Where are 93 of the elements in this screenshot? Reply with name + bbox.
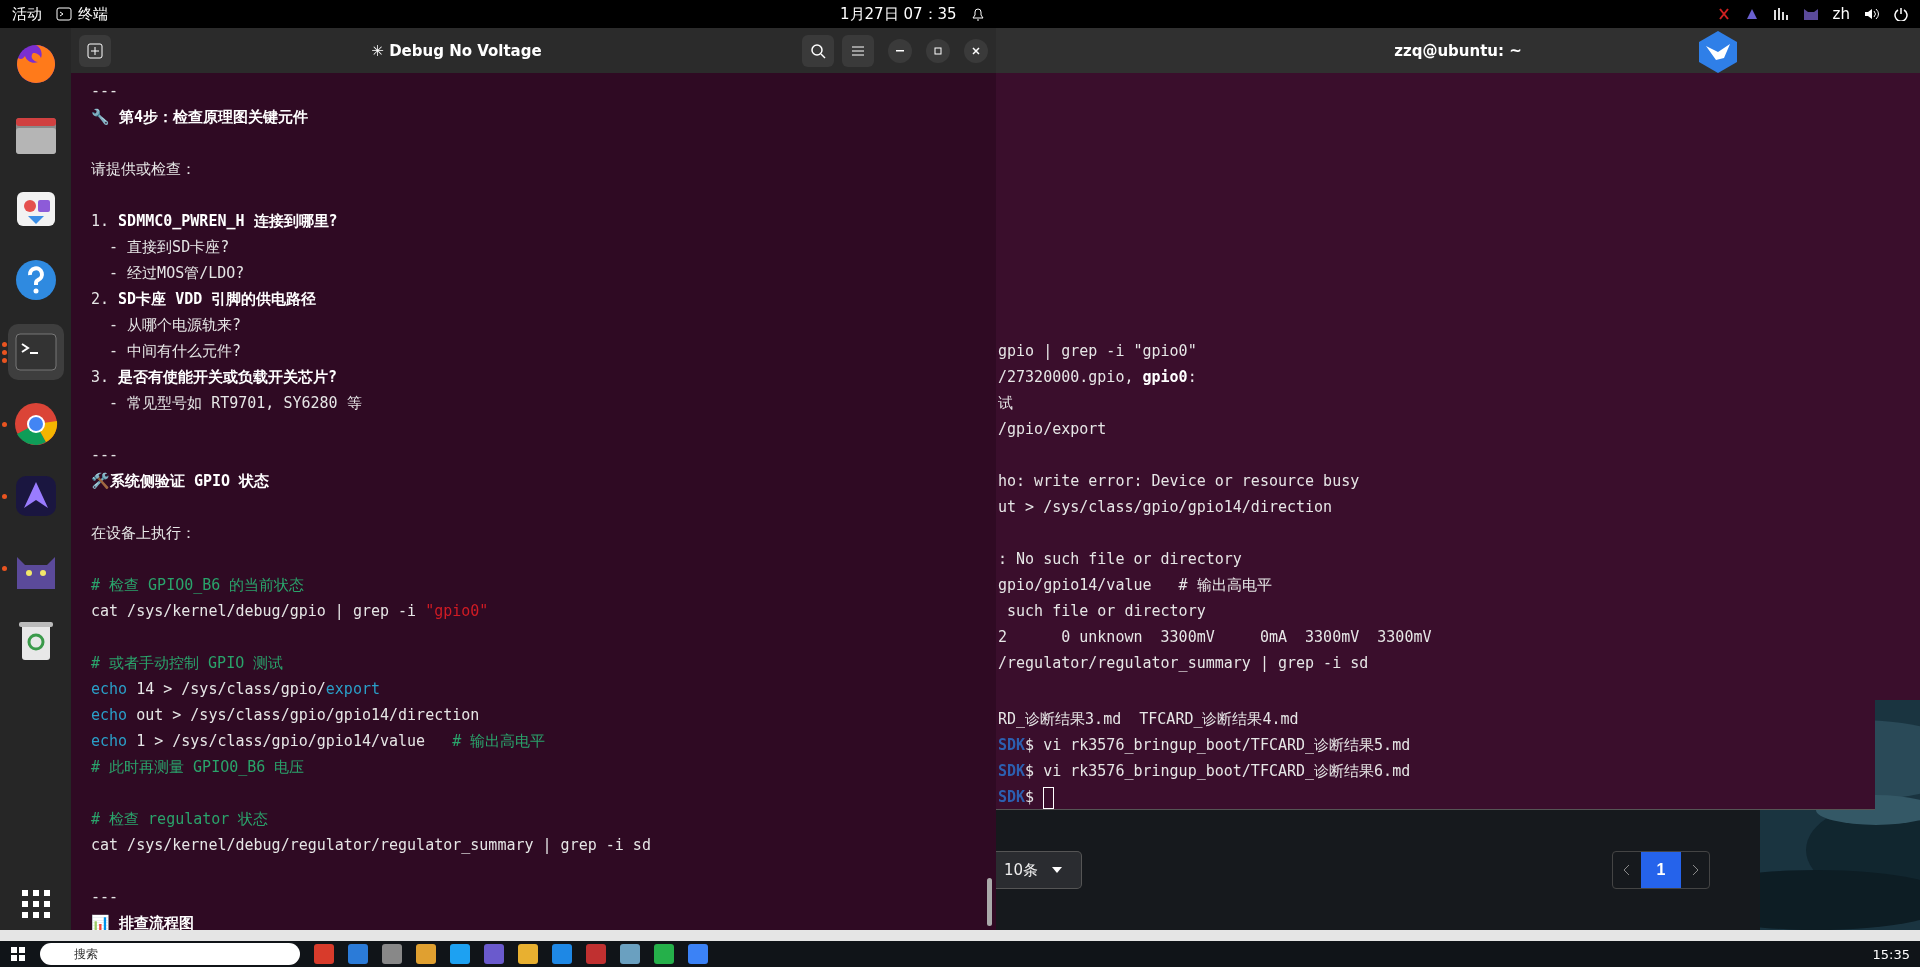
windows-icon[interactable]	[10, 946, 26, 962]
terminal-text: - 从哪个电源轨来?	[108, 316, 242, 334]
terminal-text: export	[325, 680, 380, 698]
terminal-text: 🛠系统侧验证 GPIO 状态	[91, 472, 270, 490]
new-tab-button[interactable]	[79, 34, 111, 67]
terminal-text: cat /sys/kernel/debug/regulator/regulator_summary | grep -i sd	[91, 836, 651, 854]
terminal-text: - 经过MOS管/LDO?	[108, 264, 245, 282]
tray-icon[interactable]	[1744, 7, 1759, 21]
terminal-text: - 常见型号如 RT9701, SY6280 等	[108, 394, 362, 412]
terminal-text: SDMMC0_PWREN_H 连接到哪里?	[118, 212, 338, 230]
terminal-text: 是否有使能开关或负载开关芯片?	[118, 368, 338, 386]
chrome-icon[interactable]	[12, 401, 59, 447]
search-icon	[810, 42, 826, 59]
terminal-text: /27320000.gpio,	[998, 368, 1135, 386]
terminal-text: 1.	[91, 212, 111, 230]
terminal-text: echo	[91, 706, 128, 724]
terminal-text: gpio/gpio14/value # 输出高电平	[998, 576, 1272, 594]
terminal-text: RD_诊断结果3.md TFCARD_诊断结果4.md	[998, 710, 1299, 728]
search-field[interactable]: 搜索	[40, 943, 300, 965]
search-button[interactable]	[802, 34, 834, 67]
window-title: ✳ Debug No Voltage	[370, 41, 543, 60]
taskbar-clock[interactable]: 15:35	[1872, 946, 1910, 962]
caret-icon	[1052, 867, 1063, 873]
terminal-text: 请提供或检查：	[91, 160, 196, 178]
terminal-icon	[56, 7, 72, 21]
terminal-text: ---	[91, 82, 119, 100]
terminal-text: # 输出高电平	[452, 732, 546, 750]
minimize-button[interactable]	[888, 38, 912, 63]
terminal-text: :	[1187, 368, 1197, 386]
input-method-indicator[interactable]: zh	[1832, 5, 1850, 23]
maximize-icon	[933, 45, 943, 56]
terminal-text: cat /sys/kernel/debug/gpio | grep -i	[91, 602, 418, 620]
minimize-icon	[896, 49, 904, 52]
help-icon[interactable]	[13, 258, 58, 302]
terminal-text: gpio | grep -i "gpio0"	[998, 342, 1197, 360]
terminal-text: /gpio/export	[998, 420, 1107, 438]
terminal-text: # 此时再测量 GPIO0_B6 电压	[91, 758, 305, 776]
terminal-text: 2 0 unknown 3300mV 0mA 3300mV 3300mV	[998, 628, 1432, 646]
terminal-text: SD卡座 VDD 引脚的供电路径	[118, 290, 317, 308]
page-size-dropdown[interactable]: 10条	[996, 851, 1082, 889]
terminal-text: $ vi rk3576_bringup_boot/TFCARD_诊断结果6.md	[1025, 762, 1411, 780]
menu-button[interactable]	[842, 34, 874, 67]
terminal-text: ---	[91, 446, 119, 464]
text-cursor	[1043, 786, 1055, 809]
volume-icon[interactable]	[1864, 7, 1880, 21]
app-menu[interactable]: 终端	[78, 4, 108, 24]
terminal-text: such file or directory	[1006, 602, 1206, 620]
folder-icon[interactable]	[13, 116, 58, 156]
bars-icon[interactable]	[1772, 7, 1789, 21]
terminal-text: 1 > /sys/class/gpio/gpio14/value	[135, 732, 427, 750]
terminal-text: $ vi rk3576_bringup_boot/TFCARD_诊断结果5.md	[1025, 736, 1411, 754]
terminal-text: 在设备上执行：	[91, 524, 196, 542]
terminal-text: echo	[91, 732, 128, 750]
terminal-text: 2.	[91, 290, 111, 308]
window-title: zzq@ubuntu: ~	[1393, 41, 1523, 60]
terminal-text: ---	[91, 888, 119, 906]
terminal-text: "gpio0"	[425, 602, 489, 620]
power-icon[interactable]	[1894, 7, 1908, 21]
scrollbar[interactable]	[987, 878, 992, 926]
page-button[interactable]: 1	[1641, 852, 1681, 888]
app-icon[interactable]	[13, 474, 58, 518]
terminal-text: ut > /sys/class/gpio/gpio14/direction	[998, 498, 1333, 516]
app-grid-icon[interactable]	[21, 890, 50, 918]
terminal-text: - 直接到SD卡座?	[108, 238, 230, 256]
terminal-text: # 或者手动控制 GPIO 测试	[91, 654, 284, 672]
activities-button[interactable]: 活动	[12, 4, 42, 24]
menu-icon	[851, 44, 865, 57]
terminal-text: echo	[91, 680, 128, 698]
tray-icon[interactable]	[1716, 7, 1731, 21]
terminal-text: $	[1025, 788, 1036, 806]
terminal-text: # 检查 regulator 状态	[91, 810, 269, 828]
terminal-text: 14 > /sys/class/gpio/	[135, 680, 326, 698]
terminal-text: - 中间有什么元件?	[108, 342, 242, 360]
terminal-text: out > /sys/class/gpio/gpio14/direction	[135, 706, 480, 724]
terminal-text: : No such file or directory	[998, 550, 1242, 568]
terminal-text: SDK	[998, 762, 1026, 780]
terminal-text: # 检查 GPIO0_B6 的当前状态	[91, 576, 305, 594]
bird-logo-icon[interactable]	[1696, 30, 1740, 74]
terminal-text: 🔧 第4步：检查原理图关键元件	[91, 108, 309, 126]
close-button[interactable]	[964, 38, 988, 63]
terminal-icon[interactable]	[13, 332, 58, 372]
plus-icon	[87, 42, 103, 59]
terminal-text: SDK	[998, 736, 1026, 754]
maximize-button[interactable]	[926, 38, 950, 63]
close-icon	[971, 45, 981, 56]
clock[interactable]: 1月27日 07：35	[840, 4, 957, 24]
terminal-text: ho: write error: Device or resource busy	[998, 472, 1360, 490]
terminal-text: SDK	[998, 788, 1026, 806]
bell-icon	[970, 6, 985, 22]
terminal-text: /regulator/regulator_summary | grep -i sd	[998, 654, 1369, 672]
terminal-text: gpio0	[1142, 368, 1188, 386]
terminal-text: 试	[998, 394, 1013, 412]
terminal-text: 3.	[91, 368, 111, 386]
